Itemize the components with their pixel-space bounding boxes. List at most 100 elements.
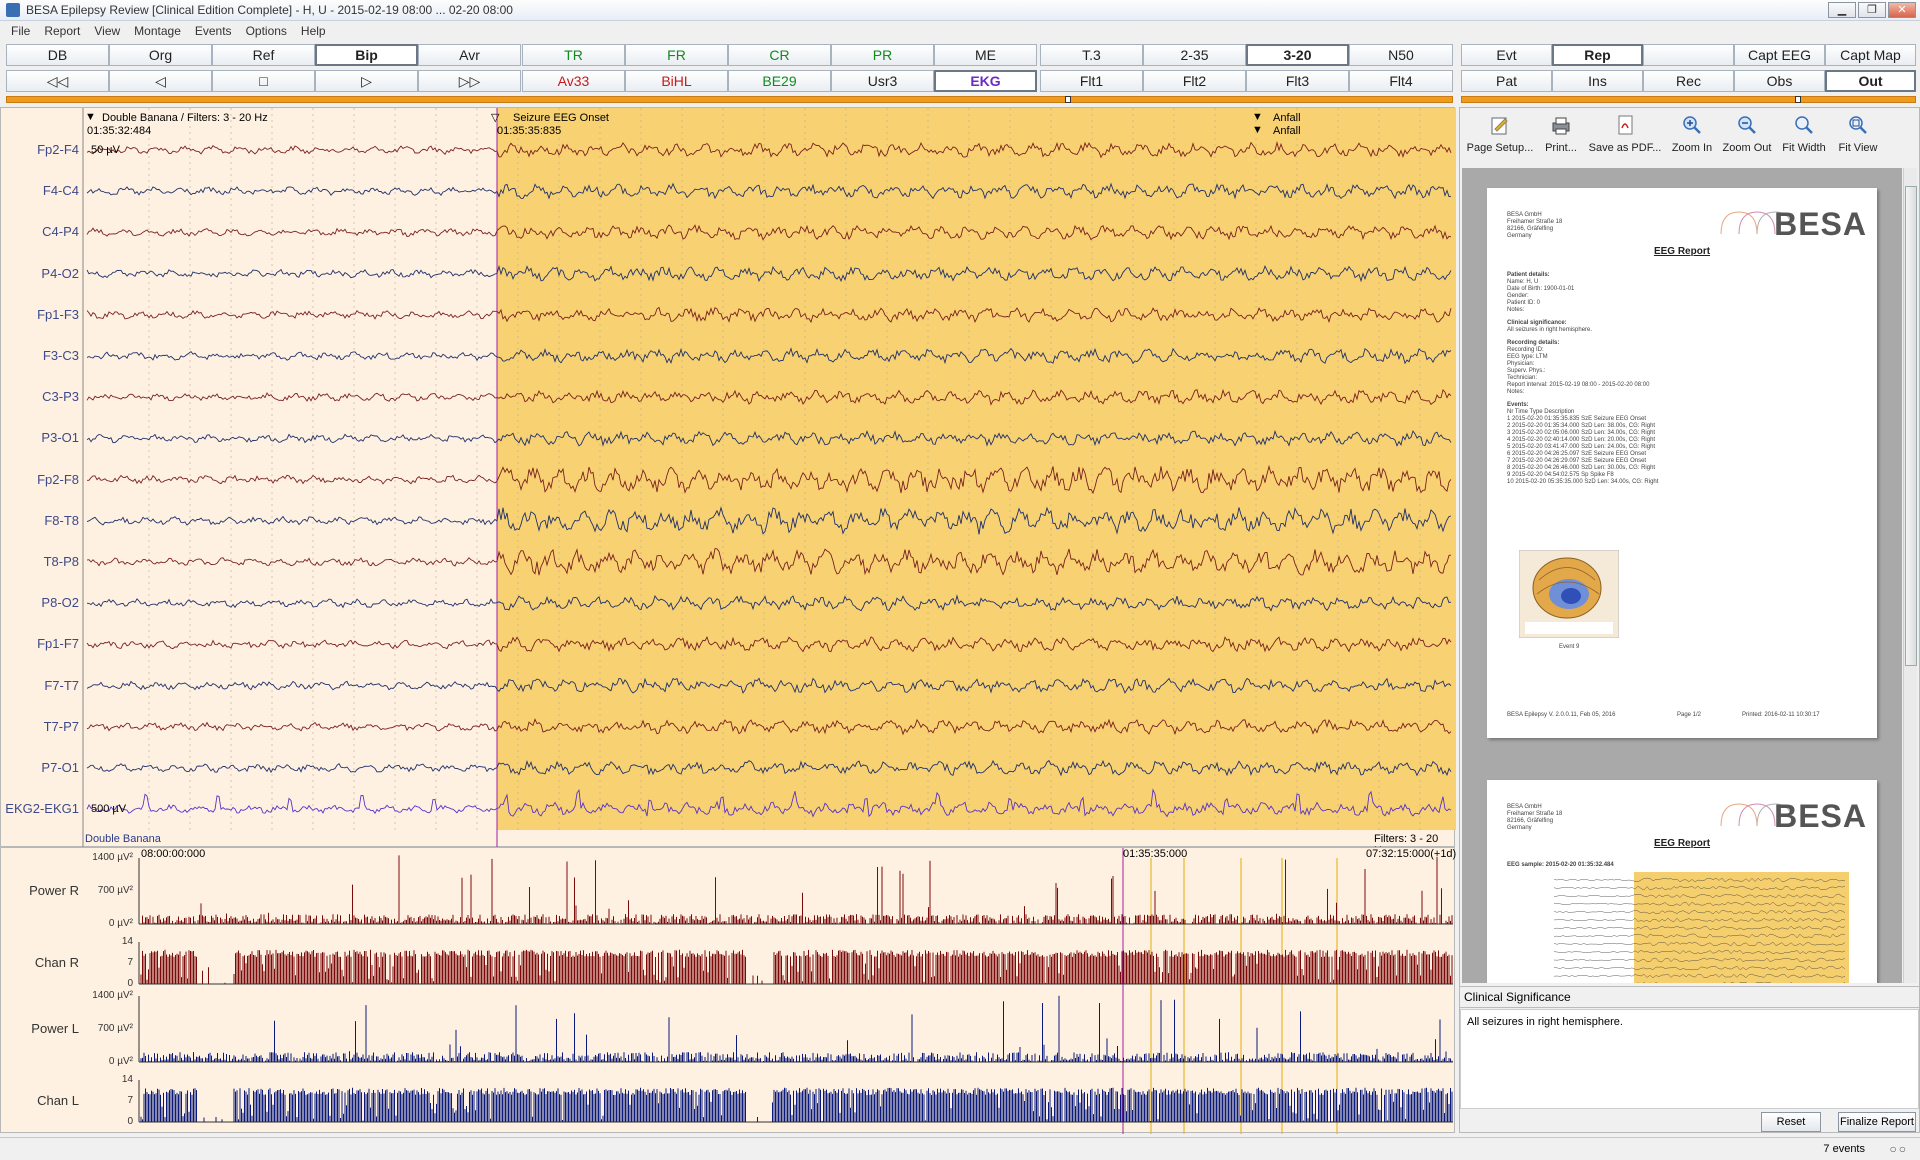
print-button[interactable]: Print... bbox=[1542, 108, 1580, 164]
bihl-button[interactable]: BiHL bbox=[625, 70, 728, 92]
be29-button[interactable]: BE29 bbox=[728, 70, 831, 92]
trend-y-tick: 14 bbox=[121, 1074, 133, 1085]
fit-view-button[interactable]: Fit View bbox=[1836, 108, 1880, 164]
page-forward-fast-button[interactable]: ▷▷ bbox=[418, 70, 521, 92]
save-pdf-button[interactable]: Save as PDF... bbox=[1588, 108, 1662, 164]
eeg-trace-view[interactable]: ▼ Double Banana / Filters: 3 - 20 Hz 01:… bbox=[0, 107, 1456, 857]
rec-line: Recording ID: bbox=[1507, 347, 1544, 353]
flt3-button[interactable]: Flt3 bbox=[1246, 70, 1349, 92]
channel-label[interactable]: C4-P4 bbox=[1, 224, 79, 239]
rep-button[interactable]: Rep bbox=[1552, 44, 1643, 66]
report-progress[interactable] bbox=[1461, 96, 1916, 103]
capt-eeg-button[interactable]: Capt EEG bbox=[1734, 44, 1825, 66]
channel-label[interactable]: Fp1-F7 bbox=[1, 636, 79, 651]
capt-map-button[interactable]: Capt Map bbox=[1825, 44, 1916, 66]
obs-button[interactable]: Obs bbox=[1734, 70, 1825, 92]
scrollbar-thumb[interactable] bbox=[1905, 186, 1917, 666]
av33-button[interactable]: Av33 bbox=[522, 70, 625, 92]
zoom-in-button[interactable]: Zoom In bbox=[1670, 108, 1714, 164]
menu-options[interactable]: Options bbox=[239, 24, 294, 38]
page-back-button[interactable]: ◁ bbox=[109, 70, 212, 92]
menu-view[interactable]: View bbox=[87, 24, 127, 38]
channel-label[interactable]: F4-C4 bbox=[1, 183, 79, 198]
toolbar: DB Org Ref Bip Avr TR FR CR PR ME T.3 2-… bbox=[0, 42, 1920, 96]
event-marker-icon[interactable]: ▼ bbox=[1252, 111, 1263, 123]
menu-events[interactable]: Events bbox=[188, 24, 239, 38]
reset-button[interactable]: Reset bbox=[1761, 1112, 1821, 1132]
event-marker-icon[interactable]: ▼ bbox=[1252, 124, 1263, 136]
channel-label[interactable]: Fp1-F3 bbox=[1, 307, 79, 322]
me-button[interactable]: ME bbox=[934, 44, 1037, 66]
cr-button[interactable]: CR bbox=[728, 44, 831, 66]
page-forward-button[interactable]: ▷ bbox=[315, 70, 418, 92]
db-button[interactable]: DB bbox=[6, 44, 109, 66]
out-button[interactable]: Out bbox=[1825, 70, 1916, 92]
trend-canvas[interactable] bbox=[1, 848, 1456, 1134]
flt2-button[interactable]: Flt2 bbox=[1143, 70, 1246, 92]
channel-label[interactable]: F3-C3 bbox=[1, 348, 79, 363]
channel-label[interactable]: Fp2-F4 bbox=[1, 142, 79, 157]
report-scrollbar[interactable] bbox=[1903, 168, 1917, 983]
menu-help[interactable]: Help bbox=[294, 24, 333, 38]
clin-text: All seizures in right hemisphere. bbox=[1507, 327, 1593, 333]
minimize-button[interactable]: ▁ bbox=[1828, 2, 1856, 18]
onset-marker-icon[interactable]: ▽ bbox=[491, 111, 499, 124]
fit-width-button[interactable]: Fit Width bbox=[1780, 108, 1828, 164]
menu-file[interactable]: File bbox=[4, 24, 37, 38]
avr-button[interactable]: Avr bbox=[418, 44, 521, 66]
menu-report[interactable]: Report bbox=[37, 24, 87, 38]
channel-label[interactable]: T7-P7 bbox=[1, 719, 79, 734]
progress-marker[interactable] bbox=[1065, 96, 1071, 103]
eeg-canvas[interactable] bbox=[1, 108, 1456, 848]
n50-button[interactable]: N50 bbox=[1349, 44, 1453, 66]
menu-montage[interactable]: Montage bbox=[127, 24, 188, 38]
fr-button[interactable]: FR bbox=[625, 44, 728, 66]
flt1-button[interactable]: Flt1 bbox=[1040, 70, 1143, 92]
page-back-fast-button[interactable]: ◁◁ bbox=[6, 70, 109, 92]
evt-button[interactable]: Evt bbox=[1461, 44, 1552, 66]
clinical-significance-input[interactable]: All seizures in right hemisphere. bbox=[1460, 1009, 1919, 1109]
report-preview[interactable]: BESA BESA GmbH Freihamer Straße 18 82166… bbox=[1462, 168, 1902, 983]
pr-button[interactable]: PR bbox=[831, 44, 934, 66]
maximize-button[interactable]: ❐ bbox=[1858, 2, 1886, 18]
address-line: 82166, Gräfelfing bbox=[1507, 226, 1554, 232]
channel-label[interactable]: T8-P8 bbox=[1, 554, 79, 569]
usr3-button[interactable]: Usr3 bbox=[831, 70, 934, 92]
report-page-1: BESA BESA GmbH Freihamer Straße 18 82166… bbox=[1487, 188, 1877, 738]
flt4-button[interactable]: Flt4 bbox=[1349, 70, 1453, 92]
channel-label[interactable]: C3-P3 bbox=[1, 389, 79, 404]
ekg-button[interactable]: EKG bbox=[934, 70, 1037, 92]
channel-label[interactable]: P3-O1 bbox=[1, 430, 79, 445]
trend-view[interactable]: 08:00:00:000 01:35:35:000 07:32:15:000(+… bbox=[0, 847, 1456, 1134]
zoom-out-button[interactable]: Zoom Out bbox=[1722, 108, 1772, 164]
bip-button[interactable]: Bip bbox=[315, 44, 418, 66]
filter-2-35-button[interactable]: 2-35 bbox=[1143, 44, 1246, 66]
org-button[interactable]: Org bbox=[109, 44, 212, 66]
address-line: 82166, Gräfelfing bbox=[1507, 818, 1554, 824]
close-button[interactable]: ✕ bbox=[1888, 2, 1916, 18]
pat-button[interactable]: Pat bbox=[1461, 70, 1552, 92]
channel-label[interactable]: F8-T8 bbox=[1, 513, 79, 528]
eeg-time-progress[interactable] bbox=[6, 96, 1453, 103]
ref-button[interactable]: Ref bbox=[212, 44, 315, 66]
filter-3-20-button[interactable]: 3-20 bbox=[1246, 44, 1349, 66]
page-setup-label: Page Setup... bbox=[1466, 142, 1534, 154]
channel-label[interactable]: Fp2-F8 bbox=[1, 472, 79, 487]
page-setup-button[interactable]: Page Setup... bbox=[1466, 108, 1534, 164]
channel-label[interactable]: P8-O2 bbox=[1, 595, 79, 610]
trend-mid-time: 01:35:35:000 bbox=[1123, 848, 1188, 860]
address-line: Germany bbox=[1507, 825, 1532, 831]
channel-label[interactable]: P4-O2 bbox=[1, 266, 79, 281]
channel-label[interactable]: P7-O1 bbox=[1, 760, 79, 775]
finalize-report-button[interactable]: Finalize Report bbox=[1838, 1112, 1916, 1132]
tr-button[interactable]: TR bbox=[522, 44, 625, 66]
report-progress-marker[interactable] bbox=[1795, 96, 1801, 103]
stop-button[interactable]: □ bbox=[212, 70, 315, 92]
ins-button[interactable]: Ins bbox=[1552, 70, 1643, 92]
address-line: BESA GmbH bbox=[1507, 212, 1542, 218]
channel-label[interactable]: F7-T7 bbox=[1, 678, 79, 693]
channel-label[interactable]: EKG2-EKG1 bbox=[1, 801, 79, 816]
blank-button[interactable] bbox=[1643, 44, 1734, 66]
rec-button[interactable]: Rec bbox=[1643, 70, 1734, 92]
t3-button[interactable]: T.3 bbox=[1040, 44, 1143, 66]
